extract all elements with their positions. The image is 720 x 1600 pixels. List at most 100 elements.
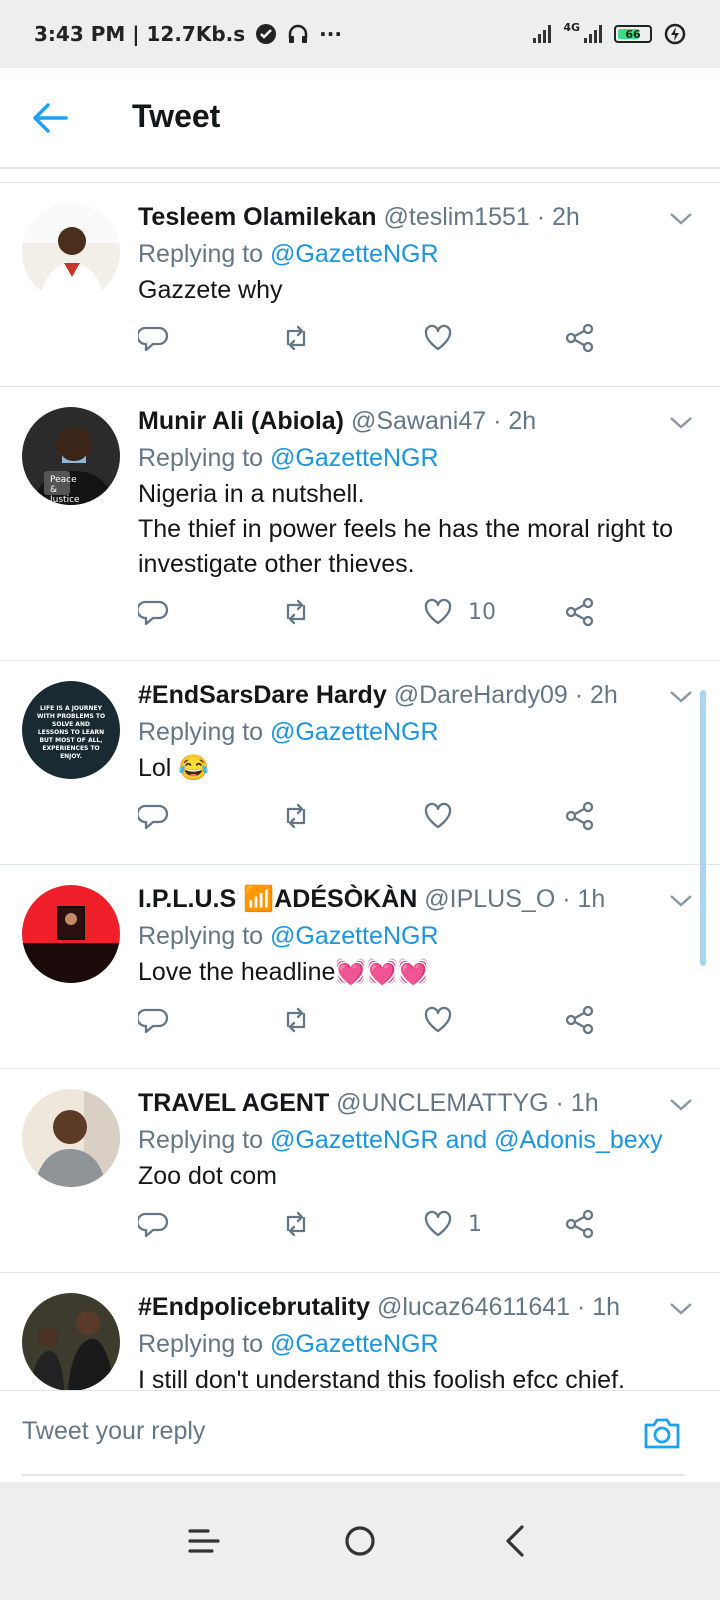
reply-tweet[interactable]: I.P.L.U.S 📶ADÉSÒKÀN @IPLUS_O · 1h Replyi… bbox=[0, 865, 720, 1069]
retweet-button[interactable] bbox=[280, 322, 312, 354]
user-name[interactable]: #Endpolicebrutality bbox=[138, 1293, 370, 1321]
retweet-icon bbox=[286, 599, 306, 625]
reply-tweet[interactable]: LIFE IS A JOURNEY WITH PROBLEMS TO SOLVE… bbox=[0, 661, 720, 865]
charging-icon bbox=[664, 23, 686, 45]
reply-input[interactable]: Tweet your reply bbox=[22, 1417, 205, 1446]
mention-link[interactable]: @GazetteNGR bbox=[270, 718, 438, 746]
chevron-down-icon[interactable] bbox=[668, 205, 694, 231]
share-icon bbox=[565, 597, 594, 627]
chevron-down-icon[interactable] bbox=[668, 1091, 694, 1117]
tweet-header: TRAVEL AGENT @UNCLEMATTYG · 1h bbox=[138, 1085, 696, 1121]
replying-to: Replying to @GazetteNGR and @Adonis_bexy bbox=[138, 1121, 696, 1159]
tweet-header: #EndSarsDare Hardy @DareHardy09 · 2h bbox=[138, 677, 696, 713]
share-icon bbox=[565, 801, 594, 831]
back-icon[interactable] bbox=[496, 1521, 536, 1561]
home-icon[interactable] bbox=[340, 1521, 380, 1561]
reply-feed[interactable]: Tesleem Olamilekan @teslim1551 · 2h Repl… bbox=[0, 168, 720, 1390]
check-badge-icon bbox=[256, 24, 277, 44]
like-button[interactable]: 10 bbox=[422, 596, 496, 628]
reply-tweet[interactable]: Peace & Justice Munir Ali (Abiola) @Sawa… bbox=[0, 387, 720, 661]
like-icon bbox=[424, 324, 452, 351]
retweet-button[interactable] bbox=[280, 596, 312, 628]
reply-icon bbox=[138, 804, 169, 830]
replying-to: Replying to @GazetteNGR bbox=[138, 917, 696, 955]
avatar[interactable] bbox=[22, 203, 120, 301]
retweet-button[interactable] bbox=[280, 1208, 312, 1240]
tweet-body: #EndSarsDare Hardy @DareHardy09 · 2h Rep… bbox=[138, 661, 720, 786]
mention-link[interactable]: @GazetteNGR bbox=[270, 922, 438, 950]
avatar[interactable] bbox=[22, 1293, 120, 1390]
system-nav-bar bbox=[0, 1482, 720, 1600]
reply-button[interactable] bbox=[138, 1004, 170, 1036]
share-button[interactable] bbox=[564, 322, 596, 354]
chevron-down-icon[interactable] bbox=[668, 1295, 694, 1321]
chevron-down-icon[interactable] bbox=[668, 683, 694, 709]
mention-link[interactable]: @GazetteNGR bbox=[270, 444, 438, 472]
user-name[interactable]: Tesleem Olamilekan bbox=[138, 203, 377, 231]
tweet-actions bbox=[0, 308, 720, 386]
tweet-actions bbox=[0, 990, 720, 1068]
share-button[interactable] bbox=[564, 596, 596, 628]
like-button[interactable]: 1 bbox=[422, 1208, 482, 1240]
menu-icon[interactable] bbox=[184, 1521, 224, 1561]
tweet-actions: 1 bbox=[0, 1194, 720, 1272]
reply-button[interactable] bbox=[138, 596, 170, 628]
user-name[interactable]: #EndSarsDare Hardy bbox=[138, 681, 387, 709]
reply-button[interactable] bbox=[138, 322, 170, 354]
reply-button[interactable] bbox=[138, 800, 170, 832]
tweet-actions bbox=[0, 786, 720, 864]
mention-link[interactable]: @GazetteNGR and @Adonis_bexy bbox=[270, 1126, 663, 1154]
signal-icon-2 bbox=[584, 25, 602, 43]
replying-label: Replying to bbox=[138, 1330, 264, 1358]
back-arrow-icon[interactable] bbox=[30, 100, 70, 136]
tweet-header: Tesleem Olamilekan @teslim1551 · 2h bbox=[138, 199, 696, 235]
like-button[interactable] bbox=[422, 322, 468, 354]
reply-tweet[interactable]: TRAVEL AGENT @UNCLEMATTYG · 1h Replying … bbox=[0, 1069, 720, 1273]
like-icon bbox=[424, 598, 452, 625]
reply-button[interactable] bbox=[138, 1208, 170, 1240]
tweet-text: Nigeria in a nutshell. The thief in powe… bbox=[138, 480, 674, 578]
replying-to: Replying to @GazetteNGR bbox=[138, 439, 696, 477]
reply-composer: Tweet your reply bbox=[0, 1390, 720, 1482]
avatar[interactable]: LIFE IS A JOURNEY WITH PROBLEMS TO SOLVE… bbox=[22, 681, 120, 779]
battery-level: 66 bbox=[625, 27, 641, 41]
user-name[interactable]: I.P.L.U.S 📶ADÉSÒKÀN bbox=[138, 885, 417, 913]
share-button[interactable] bbox=[564, 1208, 596, 1240]
avatar[interactable] bbox=[22, 885, 120, 983]
tweet-text: Gazzete why bbox=[138, 276, 283, 304]
tweet-body: Munir Ali (Abiola) @Sawani47 · 2h Replyi… bbox=[138, 387, 720, 582]
reply-icon bbox=[138, 1008, 169, 1034]
mention-link[interactable]: @GazetteNGR bbox=[270, 240, 438, 268]
reply-tweet[interactable]: #Endpolicebrutality @lucaz64611641 · 1h … bbox=[0, 1273, 720, 1390]
share-button[interactable] bbox=[564, 800, 596, 832]
tweet-text: Love the headline💓💓💓 bbox=[138, 958, 429, 986]
avatar[interactable]: Peace & Justice bbox=[22, 407, 120, 505]
camera-icon[interactable] bbox=[642, 1413, 682, 1453]
like-icon bbox=[424, 802, 452, 829]
tweet-body: I.P.L.U.S 📶ADÉSÒKÀN @IPLUS_O · 1h Replyi… bbox=[138, 865, 720, 990]
tweet-text: Lol 😂 bbox=[138, 754, 210, 782]
page-title: Tweet bbox=[132, 98, 221, 134]
tweet-header: I.P.L.U.S 📶ADÉSÒKÀN @IPLUS_O · 1h bbox=[138, 881, 696, 917]
like-button[interactable] bbox=[422, 1004, 468, 1036]
replying-to: Replying to @GazetteNGR bbox=[138, 1325, 696, 1363]
tweet-header: Munir Ali (Abiola) @Sawani47 · 2h bbox=[138, 403, 696, 439]
retweet-button[interactable] bbox=[280, 800, 312, 832]
feed-divider bbox=[0, 169, 720, 183]
avatar[interactable] bbox=[22, 1089, 120, 1187]
user-name[interactable]: TRAVEL AGENT bbox=[138, 1089, 329, 1117]
retweet-button[interactable] bbox=[280, 1004, 312, 1036]
user-name[interactable]: Munir Ali (Abiola) bbox=[138, 407, 344, 435]
signal-icon bbox=[533, 25, 552, 43]
retweet-icon bbox=[286, 1007, 306, 1033]
chevron-down-icon[interactable] bbox=[668, 887, 694, 913]
share-button[interactable] bbox=[564, 1004, 596, 1036]
battery-icon: 66 bbox=[614, 25, 652, 43]
app-bar: Tweet bbox=[0, 68, 720, 168]
replying-to: Replying to @GazetteNGR bbox=[138, 235, 696, 273]
scrollbar[interactable] bbox=[700, 690, 706, 966]
mention-link[interactable]: @GazetteNGR bbox=[270, 1330, 438, 1358]
reply-tweet[interactable]: Tesleem Olamilekan @teslim1551 · 2h Repl… bbox=[0, 183, 720, 387]
like-button[interactable] bbox=[422, 800, 468, 832]
chevron-down-icon[interactable] bbox=[668, 409, 694, 435]
